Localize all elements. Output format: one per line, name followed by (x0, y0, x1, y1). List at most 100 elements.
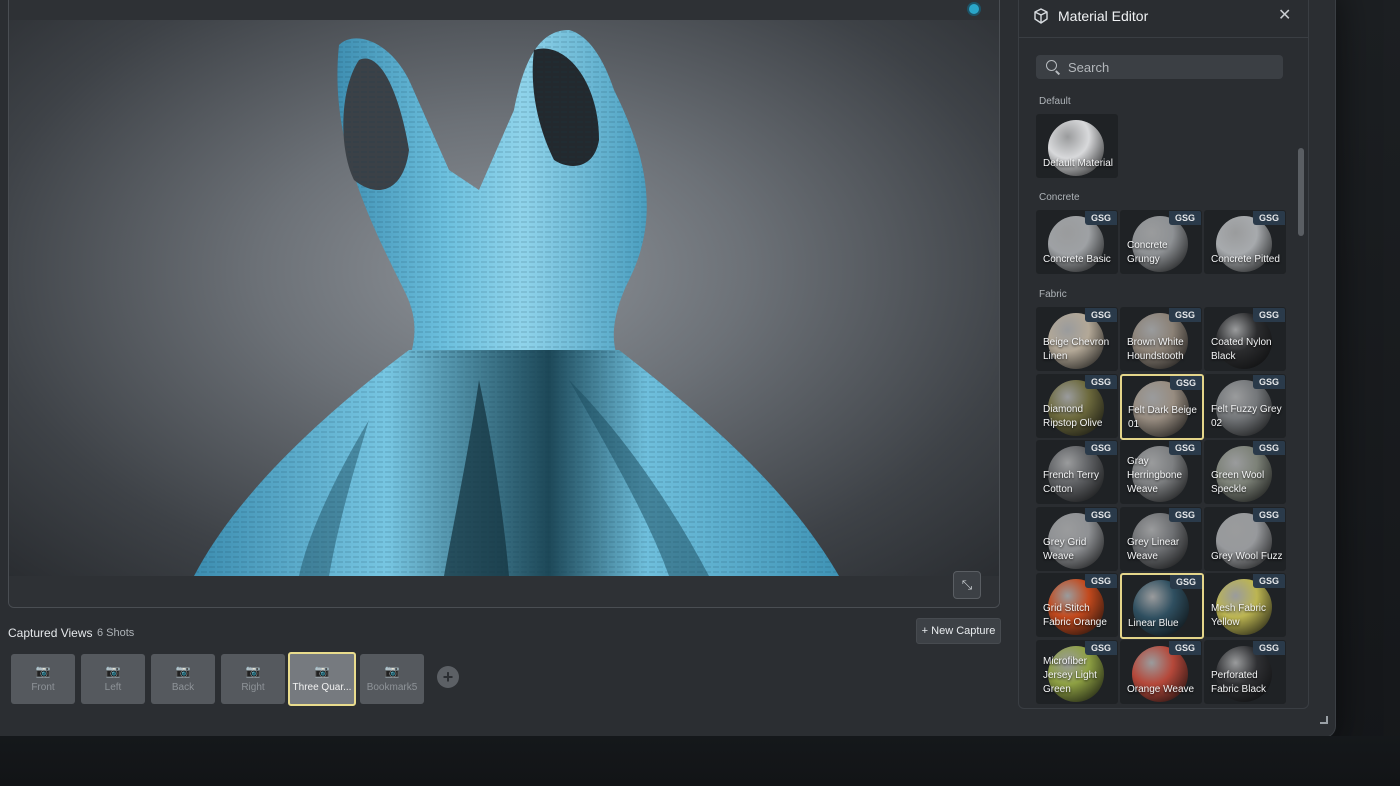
gsg-badge: GSG (1168, 308, 1201, 322)
add-view-button[interactable]: + (437, 666, 459, 688)
gsg-badge: GSG (1252, 574, 1285, 588)
captured-view-three-quarter[interactable]: 📷 Three Quar... (288, 652, 356, 706)
captured-views-count: 6 Shots (97, 627, 135, 639)
material-name: Linear Blue (1128, 618, 1179, 629)
section-title: Default (1039, 96, 1071, 107)
gsg-badge: GSG (1084, 374, 1117, 389)
gsg-badge: GSG (1084, 441, 1117, 455)
material-tile[interactable]: GSG Concrete Grungy (1120, 210, 1202, 274)
camera-icon: 📷 (314, 664, 330, 678)
material-name: Grey Grid Weave (1043, 536, 1087, 562)
material-tile[interactable]: GSG Brown White Houndstooth (1120, 307, 1202, 371)
material-name: Perforated Fabric Black (1211, 669, 1267, 695)
material-tile[interactable]: GSG Gray Herringbone Weave (1120, 440, 1202, 504)
material-tile[interactable]: GSG Perforated Fabric Black (1204, 639, 1286, 704)
gsg-badge: GSG (1252, 441, 1285, 455)
viewport-footer (9, 576, 999, 607)
material-name: Felt Fuzzy Grey 02 (1211, 403, 1282, 429)
material-tile[interactable]: GSG Beige Chevron Linen (1036, 307, 1118, 371)
captured-view-left[interactable]: 📷 Left (81, 654, 145, 704)
close-panel-button[interactable]: ✕ (1278, 5, 1291, 25)
material-name: Gray Herringbone Weave (1127, 456, 1183, 495)
gsg-badge: GSG (1084, 507, 1117, 522)
viewport-toolbar (9, 0, 999, 20)
material-name: Orange Weave (1127, 683, 1195, 695)
gsg-badge: GSG (1169, 375, 1202, 390)
captured-view-label: Right (241, 682, 265, 693)
material-tile[interactable]: GSG Grid Stitch Fabric Orange (1036, 573, 1118, 637)
camera-icon: 📷 (175, 664, 191, 678)
material-tile[interactable]: GSG Orange Weave (1120, 639, 1202, 704)
panel-header: Material Editor ✕ (1019, 1, 1308, 38)
captured-view-back[interactable]: 📷 Back (151, 654, 215, 704)
material-name: Default Material (1043, 158, 1114, 169)
material-name: Microfiber Jersey Light Green (1043, 655, 1097, 695)
captured-views-title: Captured Views (8, 626, 93, 640)
expand-arrows-icon: ⤡ (961, 577, 973, 592)
material-name: Mesh Fabric Yellow (1211, 603, 1267, 628)
captured-view-label: Front (31, 682, 55, 693)
gsg-badge: GSG (1084, 640, 1117, 655)
captured-view-label: Bookmark5 (366, 682, 418, 693)
gsg-badge: GSG (1084, 211, 1117, 225)
camera-icon: 📷 (105, 664, 121, 678)
material-tile[interactable]: GSG Green Wool Speckle (1204, 440, 1286, 504)
camera-icon: 📷 (245, 664, 261, 678)
gsg-badge: GSG (1169, 575, 1202, 589)
gsg-badge: GSG (1084, 308, 1117, 322)
status-indicator-icon (969, 4, 979, 14)
material-tile[interactable]: GSG French Terry Cotton (1036, 440, 1118, 504)
captured-view-bookmark5[interactable]: 📷 Bookmark5 (360, 654, 424, 704)
plus-icon: + (442, 667, 454, 687)
material-name: Concrete Grungy (1127, 240, 1168, 265)
material-tile[interactable]: GSG Felt Dark Beige 01 (1120, 373, 1204, 440)
panel-scrollbar[interactable] (1298, 148, 1304, 236)
material-tile[interactable]: GSG Grey Wool Fuzz (1204, 506, 1286, 571)
material-tile[interactable]: GSG Grey Grid Weave (1036, 506, 1118, 571)
material-tile[interactable]: GSG Linear Blue (1120, 573, 1204, 639)
material-tile[interactable]: GSG Concrete Basic (1036, 210, 1118, 274)
camera-icon: 📷 (384, 664, 400, 678)
material-name: Concrete Basic (1043, 254, 1111, 265)
cube-icon (1034, 8, 1048, 24)
material-tile[interactable]: GSG Concrete Pitted (1204, 210, 1286, 274)
viewport-scene[interactable] (9, 20, 999, 576)
gsg-badge: GSG (1168, 507, 1201, 522)
material-name: French Terry Cotton (1043, 470, 1099, 495)
panel-title: Material Editor (1058, 8, 1149, 24)
search-icon (1046, 60, 1057, 71)
material-name: Concrete Pitted (1211, 254, 1280, 265)
material-tile[interactable]: Default Material (1036, 114, 1118, 178)
material-name: Coated Nylon Black (1211, 337, 1272, 362)
gsg-badge: GSG (1168, 640, 1201, 655)
3d-viewport[interactable] (8, 0, 1000, 608)
material-name: Beige Chevron Linen (1043, 337, 1110, 362)
captured-view-front[interactable]: 📷 Front (11, 654, 75, 704)
captured-view-label: Back (171, 682, 195, 693)
expand-viewport-button[interactable]: ⤡ (953, 571, 981, 599)
gsg-badge: GSG (1252, 640, 1285, 655)
material-tile[interactable]: GSG Grey Linear Weave (1120, 506, 1202, 571)
material-name: Felt Dark Beige 01 (1128, 404, 1197, 430)
captured-view-label: Three Quar... (292, 682, 352, 693)
material-name: Grid Stitch Fabric Orange (1043, 603, 1107, 628)
material-tile[interactable]: GSG Coated Nylon Black (1204, 307, 1286, 371)
material-tile[interactable]: GSG Microfiber Jersey Light Green (1036, 639, 1118, 704)
captured-view-right[interactable]: 📷 Right (221, 654, 285, 704)
close-icon: ✕ (1278, 7, 1292, 24)
section-title: Fabric (1039, 289, 1067, 300)
desktop-background (0, 736, 1400, 786)
resize-handle[interactable] (1320, 716, 1328, 724)
material-name: Green Wool Speckle (1211, 470, 1265, 495)
material-tile[interactable]: GSG Diamond Ripstop Olive (1036, 373, 1118, 438)
search-input[interactable] (1068, 55, 1268, 79)
material-name: Grey Linear Weave (1127, 536, 1180, 562)
material-editor-panel: Material Editor ✕ Default Default Materia… (1018, 0, 1309, 709)
dress-model (194, 30, 839, 576)
material-search[interactable] (1036, 55, 1283, 79)
material-tile[interactable]: GSG Mesh Fabric Yellow (1204, 573, 1286, 637)
section-title: Concrete (1039, 192, 1080, 203)
new-capture-button[interactable]: + New Capture (916, 618, 1001, 644)
gsg-badge: GSG (1252, 374, 1285, 389)
material-tile[interactable]: GSG Felt Fuzzy Grey 02 (1204, 373, 1286, 438)
